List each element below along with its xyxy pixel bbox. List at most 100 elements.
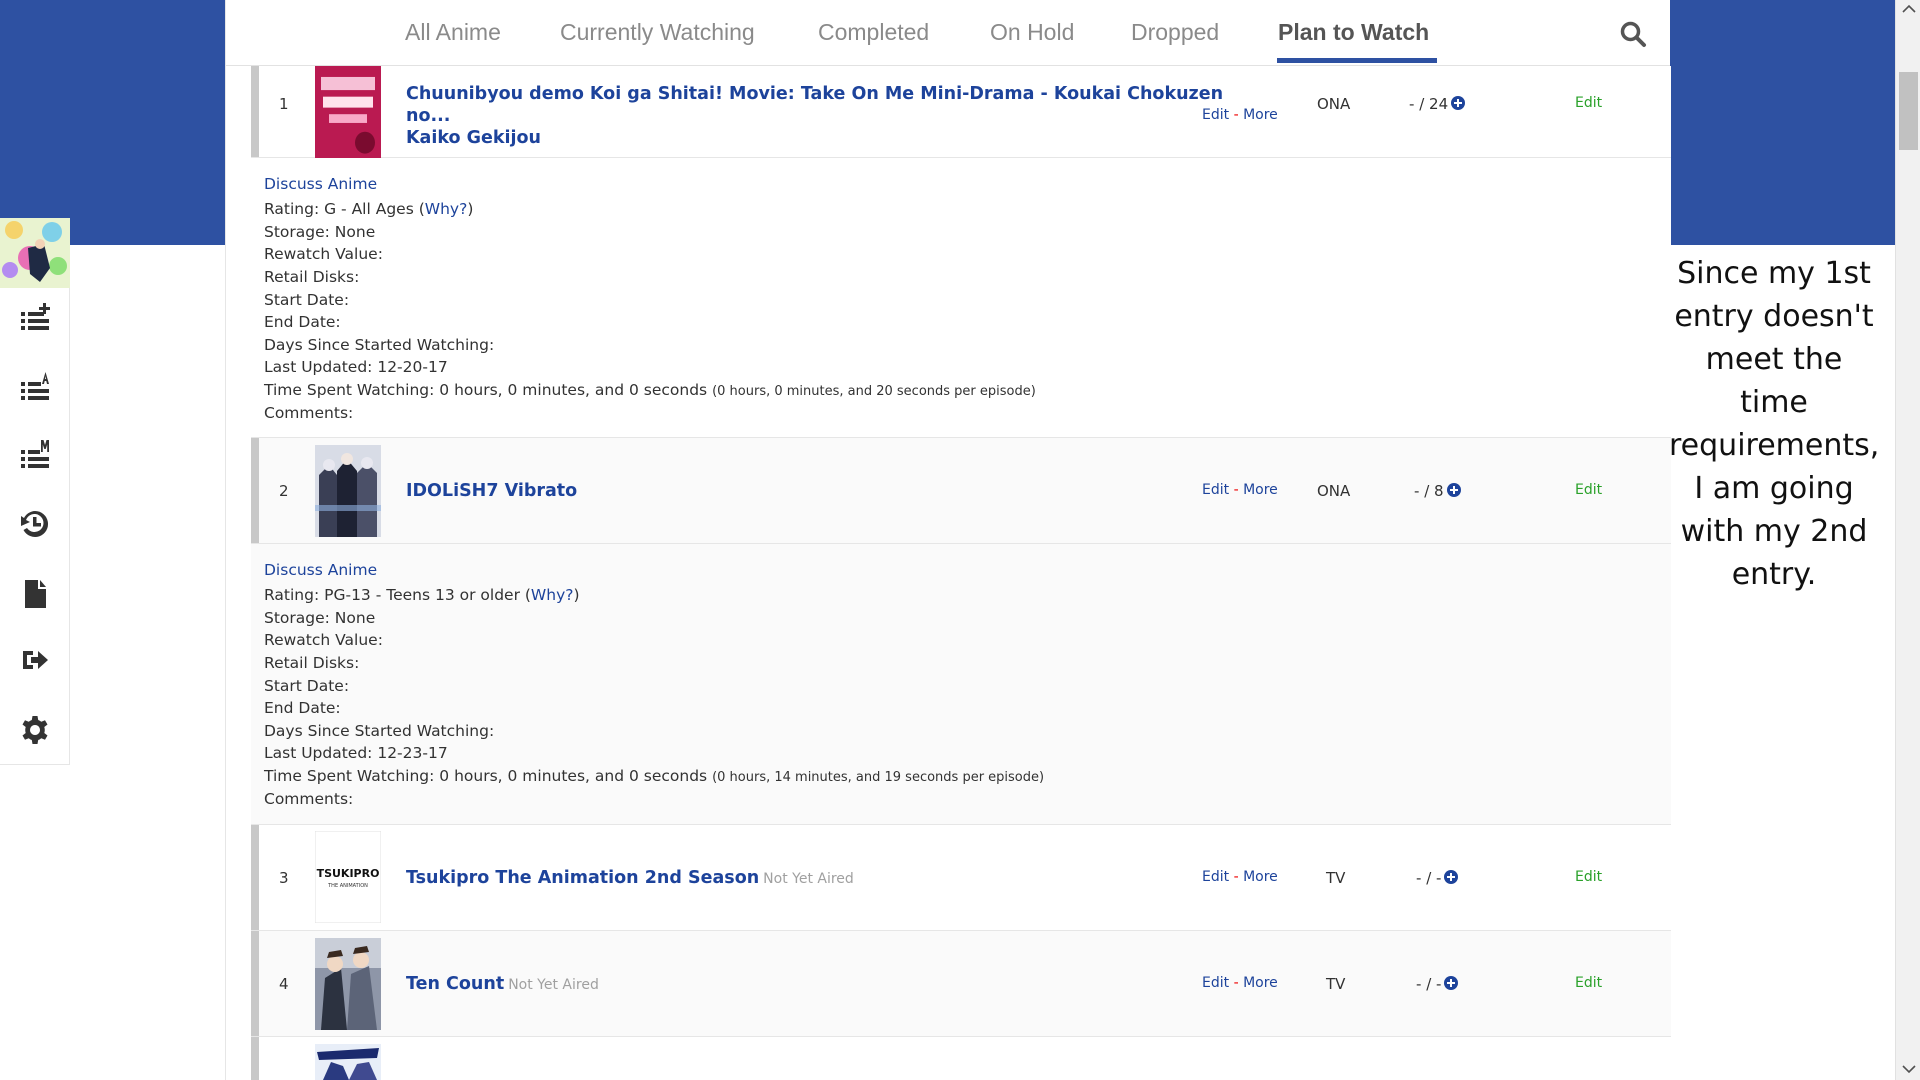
days-watching-line: Days Since Started Watching: bbox=[264, 722, 495, 740]
anime-list-panel: All Anime Currently Watching Completed O… bbox=[225, 0, 1671, 1080]
progress-watched[interactable]: - bbox=[1409, 95, 1414, 113]
settings-button[interactable] bbox=[0, 700, 70, 760]
anime-cover-image[interactable] bbox=[315, 1044, 381, 1080]
tab-on-hold[interactable]: On Hold bbox=[990, 19, 1074, 46]
storage-line: Storage: None bbox=[264, 223, 376, 241]
list-sort-alpha-icon bbox=[21, 372, 49, 400]
cover-title-text: TSUKIPRO bbox=[317, 867, 380, 880]
rating-line: Rating: PG-13 - Teens 13 or older (Why?) bbox=[264, 586, 580, 604]
more-link[interactable]: More bbox=[1243, 975, 1278, 991]
add-to-list-button[interactable] bbox=[0, 288, 70, 348]
edit-more-links: Edit - More bbox=[1202, 869, 1278, 885]
document-icon bbox=[25, 580, 46, 608]
edit-link[interactable]: Edit bbox=[1202, 869, 1229, 885]
list-manga-icon bbox=[21, 440, 49, 468]
anime-title-text: Tsukipro The Animation 2nd Season bbox=[406, 868, 760, 888]
anime-cover-image[interactable] bbox=[315, 445, 381, 537]
tab-dropped[interactable]: Dropped bbox=[1131, 19, 1219, 46]
tab-completed[interactable]: Completed bbox=[818, 19, 929, 46]
more-link[interactable]: More bbox=[1243, 869, 1278, 885]
time-per-episode: (0 hours, 0 minutes, and 20 seconds per … bbox=[712, 384, 1036, 399]
discuss-anime-link[interactable]: Discuss Anime bbox=[264, 175, 377, 193]
status-bar bbox=[251, 931, 259, 1036]
manga-list-button[interactable] bbox=[0, 424, 70, 484]
increment-episode-icon[interactable] bbox=[1446, 483, 1461, 497]
anime-list-button[interactable] bbox=[0, 356, 70, 416]
time-spent-line: Time Spent Watching: 0 hours, 0 minutes,… bbox=[264, 381, 1036, 399]
header-band-right bbox=[1669, 0, 1895, 245]
entry-details: Discuss Anime Rating: PG-13 - Teens 13 o… bbox=[251, 544, 1671, 825]
export-button[interactable] bbox=[0, 630, 70, 690]
anime-cover-image[interactable]: TSUKIPRO THE ANIMATION bbox=[315, 831, 381, 923]
anime-type: TV bbox=[1326, 975, 1346, 993]
edit-link[interactable]: Edit bbox=[1202, 482, 1229, 498]
increment-episode-icon[interactable] bbox=[1444, 976, 1459, 990]
list-item: 1 Chuunibyou demo Koi ga Shitai! Movie: … bbox=[251, 66, 1671, 158]
discuss-anime-link[interactable]: Discuss Anime bbox=[264, 561, 377, 579]
user-avatar[interactable] bbox=[0, 218, 70, 288]
rating-close: ) bbox=[467, 200, 474, 218]
link-separator: - bbox=[1233, 107, 1239, 123]
anime-type: TV bbox=[1326, 869, 1346, 887]
more-link[interactable]: More bbox=[1243, 107, 1278, 123]
anime-type: ONA bbox=[1317, 482, 1351, 500]
airing-status: Not Yet Aired bbox=[763, 871, 854, 887]
edit-entry-button[interactable]: Edit bbox=[1575, 869, 1602, 885]
anime-title-link[interactable]: Tsukipro The Animation 2nd Season Not Yet… bbox=[406, 867, 854, 890]
comments-line: Comments: bbox=[264, 790, 354, 808]
progress-total: / 8 bbox=[1424, 482, 1444, 500]
rating-text: Rating: G - All Ages ( bbox=[264, 200, 425, 218]
increment-episode-icon[interactable] bbox=[1451, 96, 1466, 110]
edit-entry-button[interactable]: Edit bbox=[1575, 95, 1602, 111]
add-to-list-icon bbox=[21, 303, 50, 330]
rating-why-link[interactable]: Why? bbox=[425, 200, 468, 218]
status-bar bbox=[251, 1037, 259, 1080]
progress-watched[interactable]: - bbox=[1416, 975, 1421, 993]
edit-link[interactable]: Edit bbox=[1202, 975, 1229, 991]
last-updated-line: Last Updated: 12-23-17 bbox=[264, 744, 448, 762]
tab-currently-watching[interactable]: Currently Watching bbox=[560, 19, 755, 46]
more-link[interactable]: More bbox=[1243, 482, 1278, 498]
history-icon bbox=[21, 510, 49, 537]
scroll-down-arrow-icon[interactable] bbox=[1902, 1064, 1916, 1074]
anime-title-link[interactable]: Ten Count Not Yet Aired bbox=[406, 973, 599, 996]
rewatch-line: Rewatch Value: bbox=[264, 245, 383, 263]
scroll-up-arrow-icon[interactable] bbox=[1902, 4, 1916, 14]
status-bar bbox=[251, 66, 259, 157]
rating-why-link[interactable]: Why? bbox=[531, 586, 574, 604]
comments-line: Comments: bbox=[264, 404, 354, 422]
history-button[interactable] bbox=[0, 494, 70, 554]
time-spent-text: Time Spent Watching: 0 hours, 0 minutes,… bbox=[264, 767, 708, 785]
overlay-note: Since my 1st entry doesn't meet the time… bbox=[1669, 256, 1880, 592]
time-per-episode: (0 hours, 14 minutes, and 19 seconds per… bbox=[712, 770, 1045, 785]
retail-line: Retail Disks: bbox=[264, 654, 360, 672]
scrollbar-thumb[interactable] bbox=[1899, 72, 1918, 150]
document-button[interactable] bbox=[0, 564, 70, 624]
edit-link[interactable]: Edit bbox=[1202, 107, 1229, 123]
start-date-line: Start Date: bbox=[264, 677, 350, 695]
edit-entry-button[interactable]: Edit bbox=[1575, 975, 1602, 991]
progress-watched[interactable]: - bbox=[1414, 482, 1419, 500]
search-icon[interactable] bbox=[1619, 20, 1647, 48]
time-spent-line: Time Spent Watching: 0 hours, 0 minutes,… bbox=[264, 767, 1044, 785]
progress-watched[interactable]: - bbox=[1416, 869, 1421, 887]
entry-number: 4 bbox=[279, 975, 289, 993]
anime-title-text: Ten Count bbox=[406, 974, 505, 994]
edit-more-links: Edit - More bbox=[1202, 107, 1278, 123]
anime-cover-image[interactable] bbox=[315, 66, 381, 158]
page-scrollbar[interactable] bbox=[1895, 0, 1920, 1080]
rating-text: Rating: PG-13 - Teens 13 or older ( bbox=[264, 586, 531, 604]
anime-title-link[interactable]: IDOLiSH7 Vibrato bbox=[406, 480, 577, 502]
edit-entry-button[interactable]: Edit bbox=[1575, 482, 1602, 498]
list-item: 2 IDOLiSH7 Vibrato Edit - More ONA - / 8… bbox=[251, 438, 1671, 544]
anime-title-link[interactable]: Chuunibyou demo Koi ga Shitai! Movie: Ta… bbox=[406, 83, 1226, 149]
tab-plan-to-watch[interactable]: Plan to Watch bbox=[1278, 19, 1429, 46]
progress: - / - bbox=[1416, 975, 1459, 993]
link-separator: - bbox=[1233, 482, 1239, 498]
progress: - / 8 bbox=[1414, 482, 1461, 500]
increment-episode-icon[interactable] bbox=[1444, 870, 1459, 884]
anime-title-line1: Chuunibyou demo Koi ga Shitai! Movie: Ta… bbox=[406, 84, 1224, 126]
anime-cover-image[interactable] bbox=[315, 938, 381, 1030]
last-updated-line: Last Updated: 12-20-17 bbox=[264, 358, 448, 376]
tab-all-anime[interactable]: All Anime bbox=[405, 19, 501, 46]
